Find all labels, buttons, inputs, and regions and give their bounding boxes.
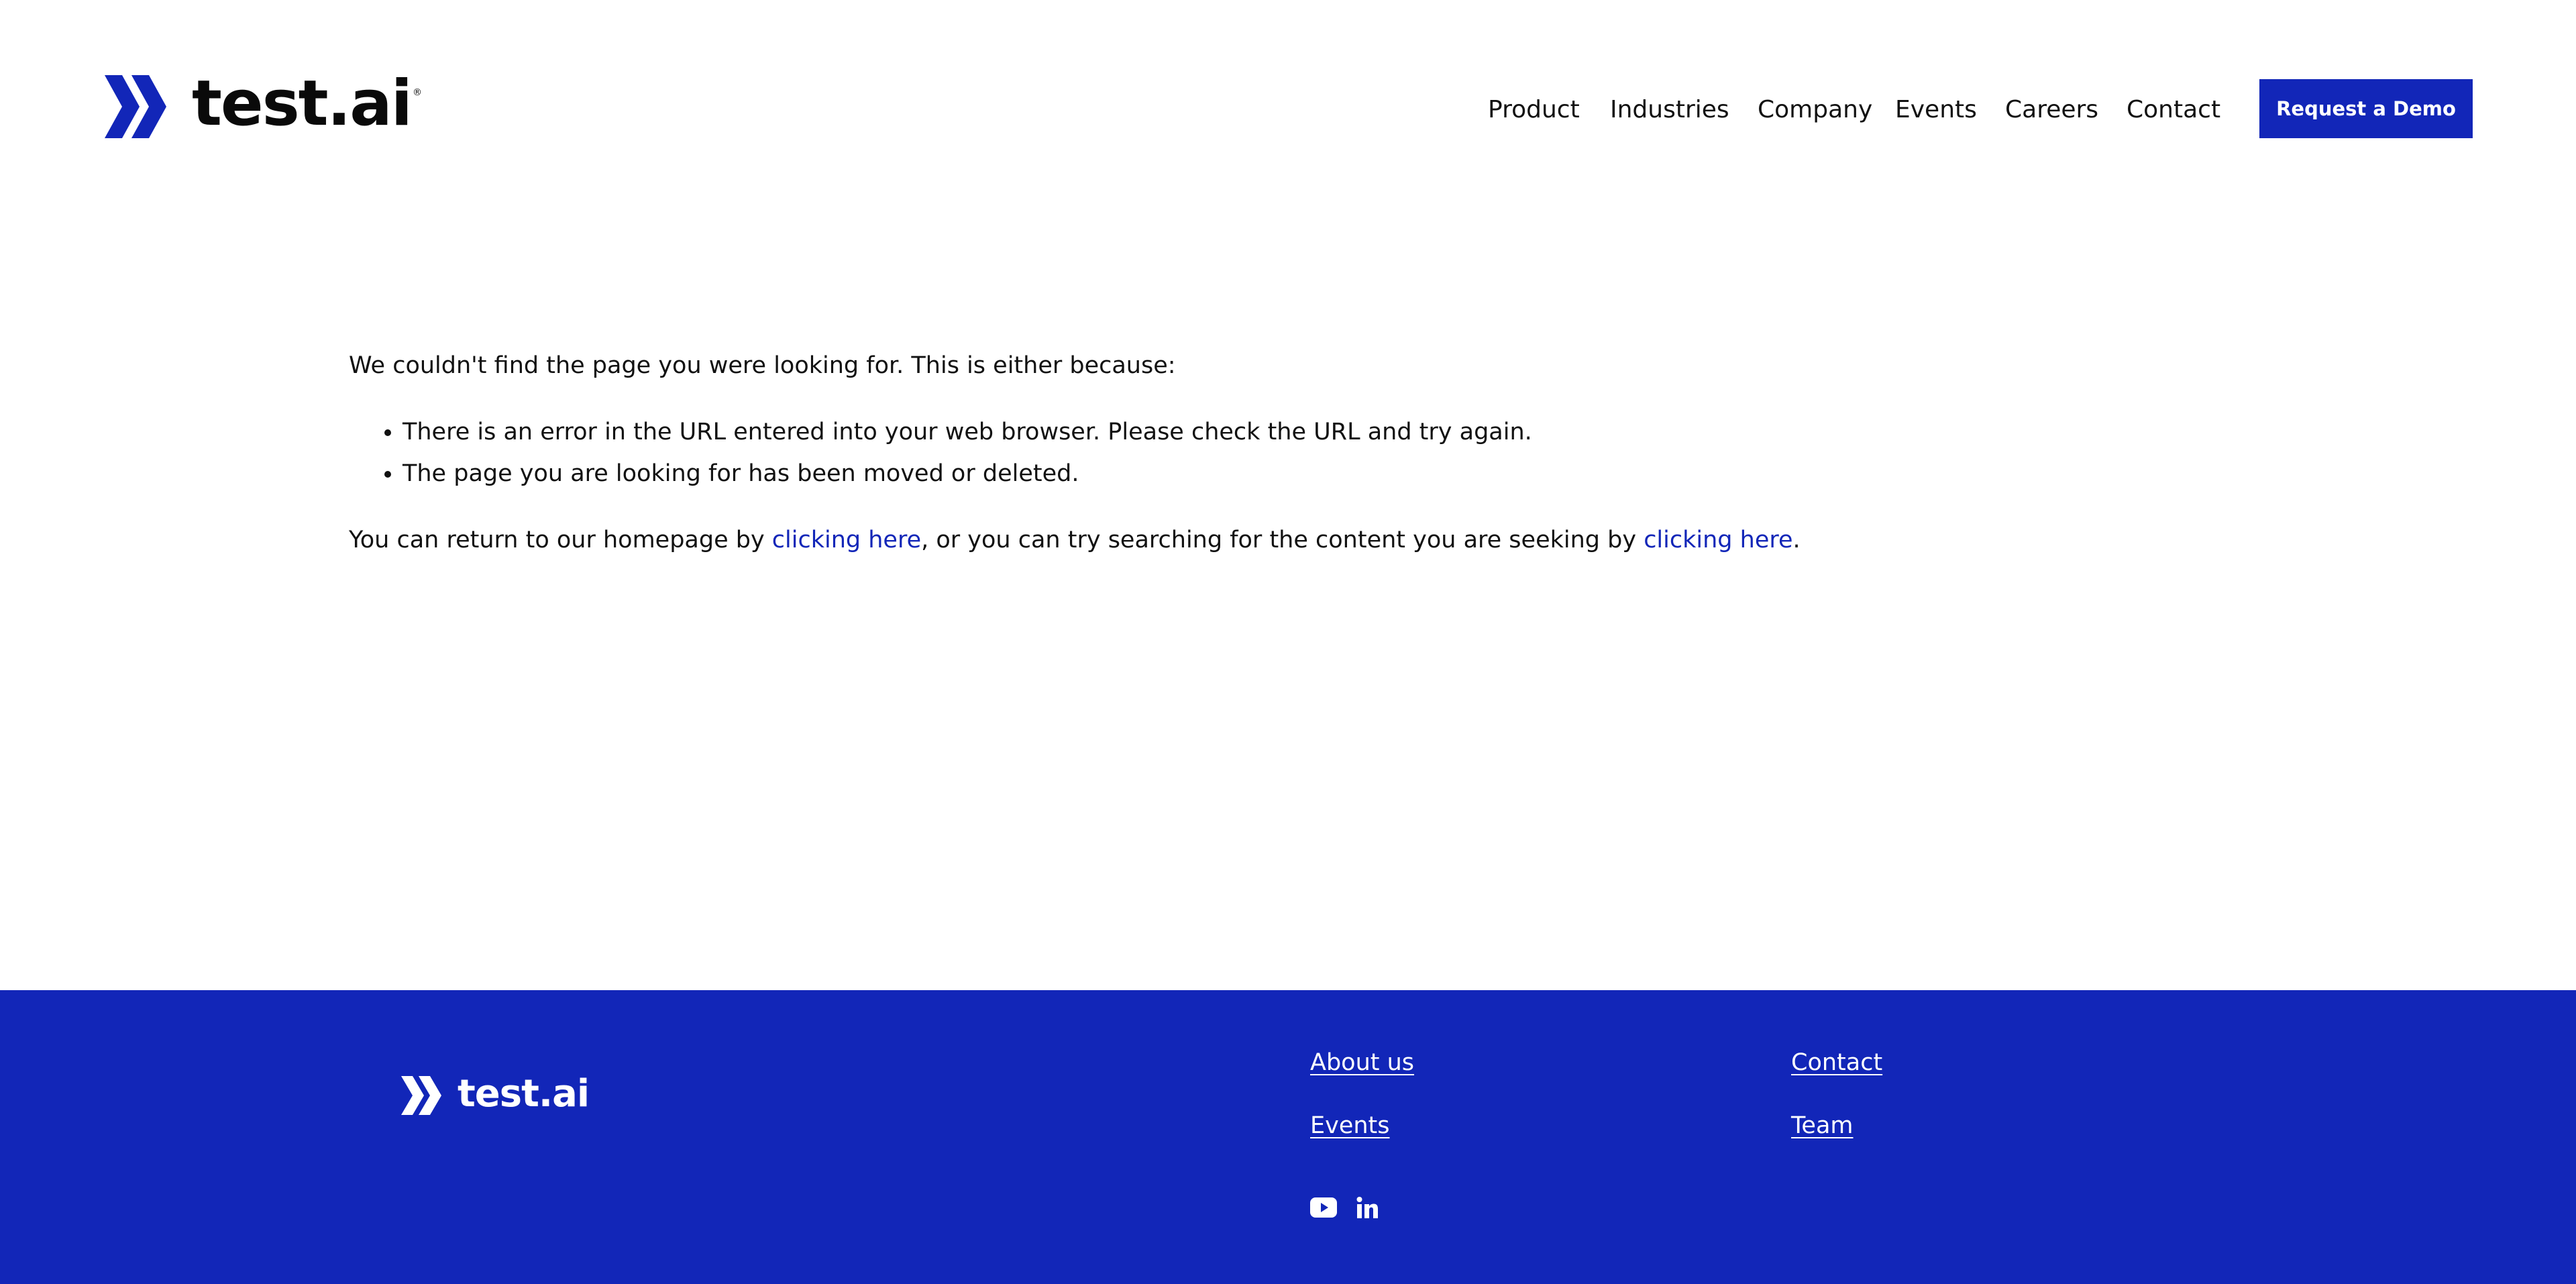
footer-logo-wordmark: test.ai [458, 1072, 590, 1116]
footer-link-contact[interactable]: Contact [1791, 1048, 1882, 1077]
nav-events[interactable]: Events [1895, 97, 1977, 123]
site-footer: test.ai About us Events Contact Team [0, 990, 2576, 1284]
main-nav: Product Industries Company Events Career… [0, 97, 2576, 123]
list-item: The page you are looking for has been mo… [402, 453, 2227, 494]
search-link[interactable]: clicking here [1644, 527, 1792, 553]
nav-industries[interactable]: Industries [1610, 97, 1729, 123]
return-paragraph: You can return to our homepage by clicki… [349, 520, 2227, 560]
social-links [1310, 1196, 1379, 1219]
footer-link-about-us[interactable]: About us [1310, 1048, 1414, 1077]
youtube-icon[interactable] [1310, 1197, 1337, 1218]
nav-careers[interactable]: Careers [2005, 97, 2098, 123]
double-chevron-logo-icon [401, 1076, 441, 1115]
footer-link-team[interactable]: Team [1791, 1111, 1854, 1140]
return-middle-text: , or you can try searching for the conte… [921, 527, 1644, 553]
request-demo-button[interactable]: Request a Demo [2259, 79, 2473, 138]
reasons-list: There is an error in the URL entered int… [349, 411, 2227, 494]
site-header: test.ai ® Product Industries Company Even… [0, 0, 2576, 221]
nav-company[interactable]: Company [1758, 97, 1872, 123]
nav-product[interactable]: Product [1488, 97, 1580, 123]
list-item: There is an error in the URL entered int… [402, 411, 2227, 453]
not-found-content: We couldn't find the page you were looki… [349, 345, 2227, 560]
nav-contact[interactable]: Contact [2127, 97, 2220, 123]
return-suffix-text: . [1792, 527, 1801, 553]
footer-link-events[interactable]: Events [1310, 1111, 1390, 1140]
return-prefix-text: You can return to our homepage by [349, 527, 772, 553]
footer-logo[interactable]: test.ai [401, 1072, 590, 1116]
intro-text: We couldn't find the page you were looki… [349, 352, 1176, 379]
homepage-link[interactable]: clicking here [772, 527, 921, 553]
linkedin-icon[interactable] [1356, 1196, 1379, 1219]
